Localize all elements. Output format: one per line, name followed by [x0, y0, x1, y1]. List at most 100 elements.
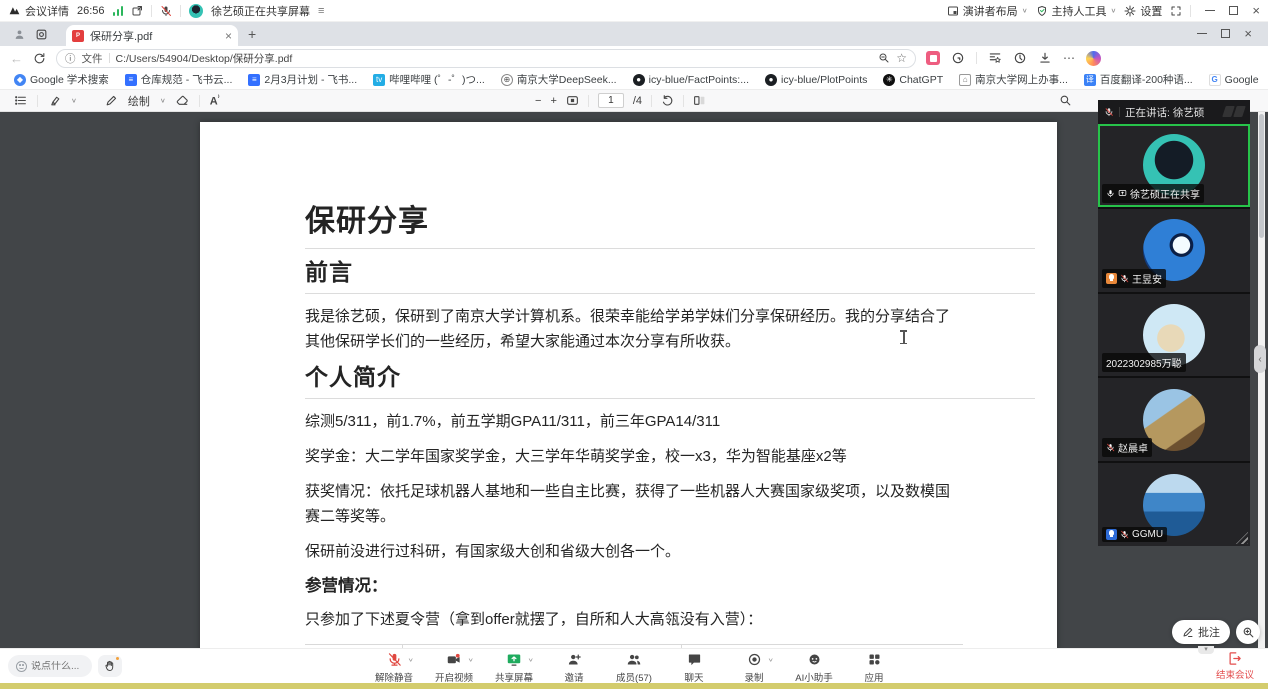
meeting-close-button[interactable]: ×	[1252, 4, 1260, 17]
caret-icon[interactable]: ˅	[768, 656, 773, 663]
caret-icon[interactable]: ˅	[468, 656, 473, 663]
browser-minimize-button[interactable]	[1197, 33, 1207, 35]
unmute-button[interactable]: ˅ 解除静音	[371, 651, 417, 684]
info-icon[interactable]: ⓘ	[65, 51, 76, 66]
bookmark-nju-portal[interactable]: ⌂南京大学网上办事...	[959, 72, 1068, 87]
reload-button[interactable]	[33, 52, 46, 65]
caret-icon[interactable]: ˅	[528, 656, 533, 663]
network-signal-icon	[113, 6, 124, 16]
bookmark-google-scholar[interactable]: ◆Google 学术搜索	[14, 72, 109, 87]
camera-button[interactable]: ˅ 开启视频	[431, 651, 477, 684]
url-field[interactable]: ⓘ 文件 C:/Users/54904/Desktop/保研分享.pdf ☆	[56, 49, 916, 68]
page-view-icon[interactable]	[693, 94, 706, 107]
tab-close-button[interactable]: ×	[225, 30, 232, 42]
fit-page-icon[interactable]	[566, 94, 579, 107]
zoom-out-button[interactable]: −	[535, 95, 541, 107]
annotate-button[interactable]: 批注	[1172, 620, 1230, 644]
history-icon[interactable]	[1013, 51, 1027, 65]
layout-icon	[947, 5, 959, 17]
browser-close-button[interactable]: ×	[1244, 27, 1252, 40]
panel-resize-handle[interactable]	[1236, 532, 1248, 544]
role-badge-icon	[1106, 273, 1117, 284]
fullscreen-icon[interactable]	[1170, 5, 1182, 17]
doc-paragraph: 获奖情况：依托足球机器人基地和一些自主比赛，获得了一些机器人大赛国家级奖项，以及…	[305, 479, 960, 529]
copilot-icon[interactable]	[1086, 51, 1101, 66]
highlighter-icon[interactable]	[48, 94, 61, 107]
invite-button[interactable]: 邀请	[551, 651, 597, 684]
workspaces-button[interactable]	[30, 25, 52, 43]
bookmark-feishu-plan[interactable]: ≡2月3月计划 - 飞书...	[248, 72, 357, 87]
bookmark-nju-deepseek[interactable]: ⊕南京大学DeepSeek...	[501, 72, 617, 87]
read-aloud-icon[interactable]: A⁾	[210, 94, 220, 108]
annotate-collapse-handle[interactable]: ▾	[1198, 646, 1214, 654]
participants-panel[interactable]: 正在讲话: 徐艺硕 徐艺硕正在共享 王昱安 2022302985万聪	[1098, 100, 1250, 546]
meeting-maximize-button[interactable]	[1229, 6, 1238, 15]
zoom-tool-button[interactable]	[1236, 620, 1260, 644]
back-button[interactable]: ←	[10, 51, 23, 66]
pdf-toolbar: ∨ 绘制 ∨ A⁾ − + /4	[0, 90, 1268, 112]
raise-hand-button[interactable]	[98, 655, 122, 677]
toc-icon[interactable]	[14, 94, 27, 107]
eraser-icon[interactable]	[176, 94, 189, 107]
bookmark-feishu-doc[interactable]: ≡仓库规范 - 飞书云...	[125, 72, 233, 87]
emoji-icon[interactable]	[16, 661, 27, 672]
pdf-scrollbar-thumb[interactable]	[1259, 114, 1264, 238]
caret-icon[interactable]: ˅	[408, 656, 413, 663]
video-tile-wangyuan[interactable]: 王昱安	[1098, 209, 1250, 292]
caret-down-icon[interactable]: ∨	[71, 97, 77, 104]
extension-g-icon[interactable]	[951, 51, 965, 65]
bookmark-google[interactable]: GGoogle	[1209, 74, 1259, 86]
page-number-input[interactable]	[598, 93, 624, 108]
host-tools-button[interactable]: 主持人工具 ∨	[1036, 3, 1117, 19]
chat-input[interactable]	[31, 661, 85, 672]
chat-button[interactable]: 聊天	[671, 651, 717, 684]
caret-down-icon[interactable]: ∨	[160, 97, 166, 104]
zoom-in-button[interactable]: +	[550, 95, 556, 107]
end-meeting-button[interactable]: 结束会议	[1216, 651, 1254, 681]
more-icon[interactable]: ⋯	[1063, 51, 1075, 65]
bookmark-github-plotpoints[interactable]: ●icy-blue/PlotPoints	[765, 74, 867, 86]
draw-pen-icon[interactable]	[105, 94, 118, 107]
favorite-star-button[interactable]: ☆	[896, 51, 907, 65]
popout-icon[interactable]	[131, 5, 143, 17]
pdf-viewport[interactable]: 保研分享 前言 我是徐艺硕，保研到了南京大学计算机系。很荣幸能给学弟学妹们分享保…	[0, 112, 1268, 648]
new-tab-button[interactable]: +	[248, 26, 256, 42]
layout-button[interactable]: 演讲者布局 ∨	[947, 3, 1028, 19]
bookmark-baidu-translate[interactable]: 译百度翻译-200种语...	[1084, 72, 1193, 87]
speaking-mic-icon	[1104, 107, 1114, 117]
bookmark-chatgpt[interactable]: ✳ChatGPT	[883, 74, 943, 86]
downloads-icon[interactable]	[1038, 51, 1052, 65]
url-scheme-label: 文件	[82, 51, 103, 66]
video-tile-ggmu[interactable]: GGMU	[1098, 463, 1250, 546]
apps-button[interactable]: 应用	[851, 651, 897, 684]
bookmark-bilibili[interactable]: tv哔哩哔哩 (゜-゜)つ...	[373, 72, 485, 87]
pdf-search-icon[interactable]	[1059, 94, 1072, 107]
mic-muted-icon[interactable]	[160, 5, 172, 17]
record-button[interactable]: ˅ 录制	[731, 651, 777, 684]
video-tile-xuyishuo[interactable]: 徐艺硕正在共享	[1098, 124, 1250, 207]
participant-name: 王昱安	[1132, 271, 1162, 286]
caret-down-icon: ∨	[1022, 7, 1028, 14]
browser-profile-button[interactable]	[8, 25, 30, 43]
settings-button[interactable]: 设置	[1124, 3, 1162, 19]
draw-label[interactable]: 绘制	[128, 93, 150, 109]
members-button[interactable]: 成员(57)	[611, 651, 657, 684]
extension-pink-icon[interactable]	[926, 51, 940, 65]
video-tile-wancong[interactable]: 2022302985万聪	[1098, 294, 1250, 377]
panel-collapse-handle[interactable]: ‹	[1254, 345, 1266, 373]
video-tile-zhaochenzhuo[interactable]: 赵晨卓	[1098, 378, 1250, 461]
pdf-scrollbar[interactable]	[1258, 112, 1265, 648]
rotate-icon[interactable]	[661, 94, 674, 107]
zoom-level-icon[interactable]	[878, 52, 890, 64]
bookmark-github-factpoints[interactable]: ●icy-blue/FactPoints:...	[633, 74, 749, 86]
browser-maximize-button[interactable]	[1221, 29, 1230, 38]
chat-input-box[interactable]	[8, 655, 92, 677]
share-screen-button[interactable]: ˅ 共享屏幕	[491, 651, 537, 684]
browser-tab[interactable]: P 保研分享.pdf ×	[66, 25, 238, 46]
collections-icon[interactable]	[988, 51, 1002, 65]
ai-assistant-button[interactable]: AI小助手	[791, 651, 837, 684]
meeting-details-button[interactable]: 会议详情	[8, 3, 69, 19]
shared-browser-window: P 保研分享.pdf × + × ← ⓘ 文件 C:/Users/54904/D…	[0, 22, 1268, 648]
meeting-minimize-button[interactable]	[1205, 10, 1215, 12]
sharing-menu-icon[interactable]: ≡	[318, 5, 324, 17]
